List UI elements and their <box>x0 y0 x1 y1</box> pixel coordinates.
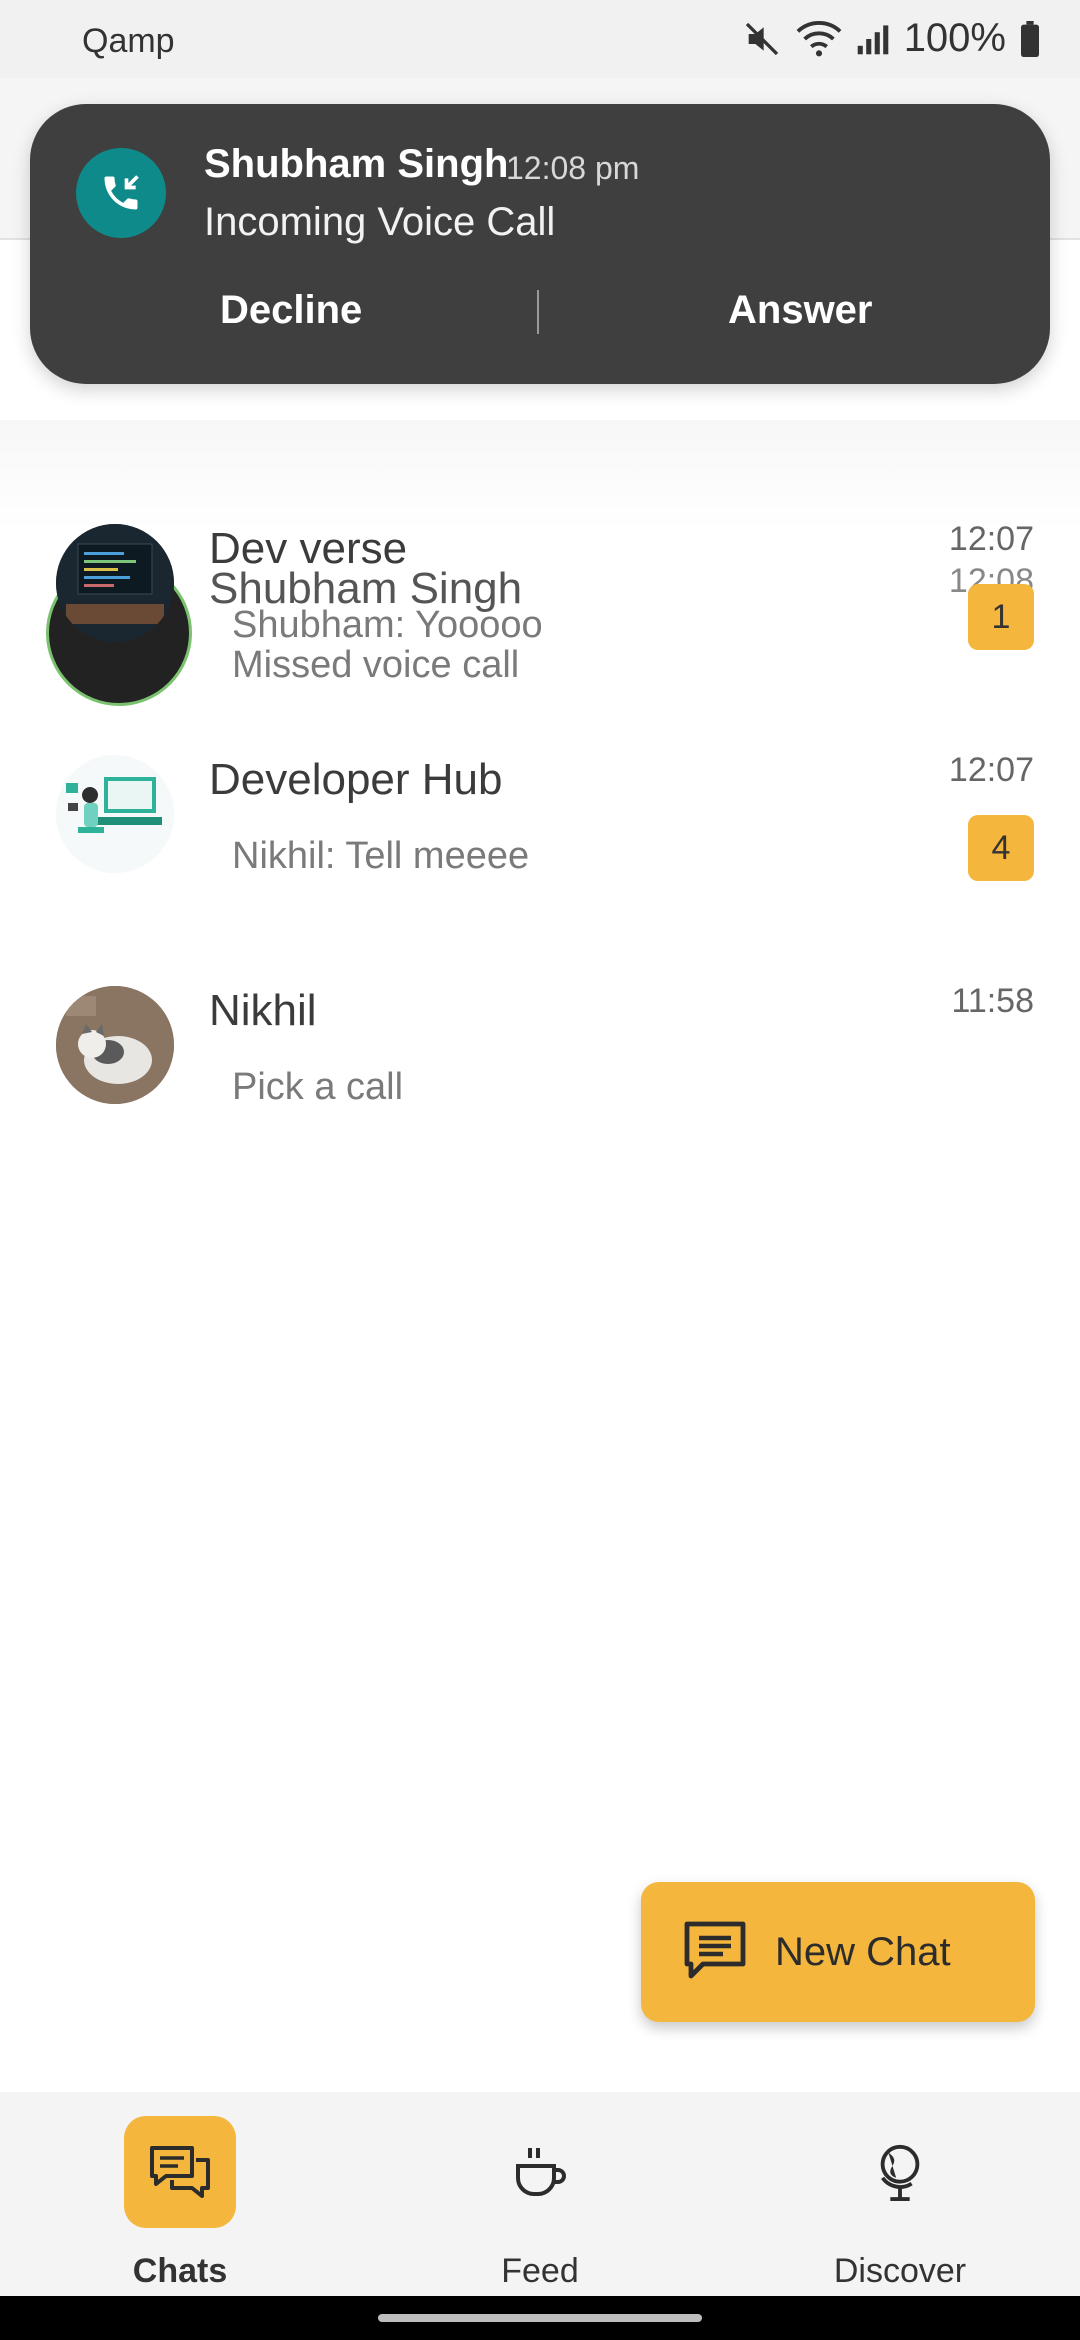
mute-icon <box>742 19 782 59</box>
button-separator <box>537 290 539 334</box>
chat-list-item[interactable]: Nikhil Pick a call 11:58 <box>0 962 1080 1162</box>
nav-item-feed[interactable]: Feed <box>360 2092 720 2296</box>
chat-list-item[interactable]: Developer Hub Nikhil: Tell meeee 12:07 4 <box>0 731 1080 931</box>
battery-percent: 100% <box>903 16 1006 60</box>
chat-name: Dev verse <box>209 524 408 573</box>
chat-time: 12:07 <box>948 520 1034 558</box>
bottom-navigation: Chats Feed Discover <box>0 2092 1080 2296</box>
status-app-name: Qamp <box>82 22 175 60</box>
nav-item-chats[interactable]: Chats <box>0 2092 360 2296</box>
chat-bubble-icon <box>681 1916 749 1989</box>
signal-icon <box>856 21 890 57</box>
notification-message: Incoming Voice Call <box>204 200 556 244</box>
new-chat-label: New Chat <box>775 1929 951 1974</box>
chat-name: Nikhil <box>209 986 317 1035</box>
caller-name: Shubham Singh <box>204 142 509 186</box>
nav-label-discover: Discover <box>833 2252 967 2290</box>
status-icons: 100% <box>742 16 1040 61</box>
home-indicator[interactable] <box>378 2314 702 2322</box>
chat-list-item[interactable]: Dev verse Shubham: Yooooo 12:07 1 <box>0 500 1080 700</box>
chats-icon <box>124 2116 236 2228</box>
avatar <box>56 755 174 873</box>
globe-icon <box>844 2116 956 2228</box>
chat-time: 11:58 <box>951 982 1034 1020</box>
nav-label-chats: Chats <box>132 2252 228 2290</box>
status-bar: Qamp 100% <box>0 0 1080 78</box>
chat-preview: Shubham: Yooooo <box>232 604 543 646</box>
chat-preview: Nikhil: Tell meeee <box>232 835 530 877</box>
unread-badge: 4 <box>968 815 1034 881</box>
chat-time: 12:07 <box>948 751 1034 789</box>
battery-icon <box>1020 20 1040 57</box>
incoming-call-notification[interactable]: Shubham Singh 12:08 pm Incoming Voice Ca… <box>30 104 1050 384</box>
coffee-cup-icon <box>484 2116 596 2228</box>
gesture-bar <box>0 2296 1080 2340</box>
avatar <box>56 986 174 1104</box>
new-chat-button[interactable]: New Chat <box>641 1882 1035 2022</box>
unread-badge: 1 <box>968 584 1034 650</box>
nav-label-feed: Feed <box>501 2252 579 2290</box>
avatar <box>56 524 174 642</box>
wifi-icon <box>796 19 842 59</box>
notification-time: 12:08 pm <box>506 150 640 186</box>
chat-preview: Pick a call <box>232 1066 404 1108</box>
decline-button[interactable]: Decline <box>220 288 362 333</box>
incoming-call-icon <box>76 148 166 238</box>
chat-name: Developer Hub <box>209 755 503 804</box>
nav-item-discover[interactable]: Discover <box>720 2092 1080 2296</box>
answer-button[interactable]: Answer <box>728 288 873 333</box>
